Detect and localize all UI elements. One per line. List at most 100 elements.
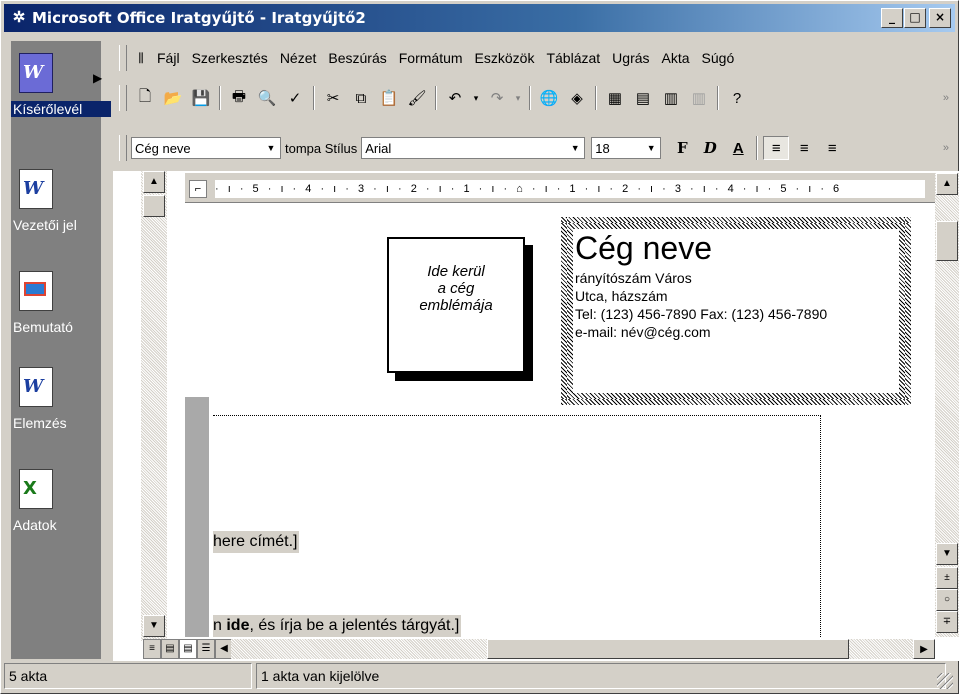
scroll-down-icon[interactable]: ▼ <box>936 543 958 565</box>
logo-text-line: Ide kerül <box>427 263 485 280</box>
word-doc-icon: W <box>19 367 53 407</box>
sidebar-item-vezetoi-jel[interactable]: W Vezetői jel <box>11 169 111 233</box>
horizontal-ruler[interactable]: ⌐ · ı · 5 · ı · 4 · ı · 3 · ı · 2 · ı · … <box>185 173 935 203</box>
chevron-down-icon: ▼ <box>570 143 580 153</box>
undo-icon[interactable]: ↶ <box>442 86 468 110</box>
menu-akta[interactable]: Akta <box>656 50 696 66</box>
scroll-down-icon[interactable]: ▼ <box>143 615 165 637</box>
web-globe-icon[interactable]: 🌐 <box>536 86 562 110</box>
style-dropdown[interactable]: Cég neve ▼ <box>131 137 281 159</box>
powerpoint-doc-icon <box>19 271 53 311</box>
scroll-thumb[interactable] <box>936 221 958 261</box>
redo-dropdown-icon[interactable]: ▾ <box>512 86 524 110</box>
next-page-icon[interactable]: ∓ <box>936 611 958 633</box>
normal-view-icon[interactable]: ≡ <box>143 639 161 659</box>
menu-ugras[interactable]: Ugrás <box>606 50 655 66</box>
menu-bar: ⫼ Fájl Szerkesztés Nézet Beszúrás Formát… <box>113 41 955 75</box>
print-preview-icon[interactable]: 🔍 <box>254 86 280 110</box>
italic-button[interactable]: D <box>697 136 723 160</box>
scroll-up-icon[interactable]: ▲ <box>936 173 958 195</box>
vertical-ruler[interactable] <box>185 207 209 637</box>
menu-tablazat[interactable]: Táblázat <box>540 50 606 66</box>
toolbar-overflow-icon[interactable]: » <box>943 142 949 154</box>
scroll-thumb[interactable] <box>143 195 165 217</box>
toolbar-grip[interactable] <box>119 85 127 111</box>
split-icon[interactable]: ⫼ <box>132 46 150 70</box>
document-text-line[interactable]: here címét.] <box>213 531 300 553</box>
print-icon[interactable]: 🖶 <box>226 86 252 110</box>
menu-szerkesztes[interactable]: Szerkesztés <box>186 50 274 66</box>
underline-button[interactable]: A <box>725 136 751 160</box>
sidebar-item-elemzes[interactable]: W Elemzés <box>11 367 111 431</box>
toolbar-grip[interactable] <box>119 135 127 161</box>
insert-table-icon[interactable]: ▤ <box>630 86 656 110</box>
sidebar-item-adatok[interactable]: X Adatok <box>11 469 111 533</box>
sidebar-item-bemutato[interactable]: Bemutató <box>11 271 111 335</box>
outline-view-icon[interactable]: ☰ <box>197 639 215 659</box>
print-layout-icon[interactable]: ▤ <box>179 639 197 659</box>
close-button[interactable]: × <box>929 8 951 28</box>
sidebar-item-kiserolevel[interactable]: W Kísérőlevél <box>11 53 111 117</box>
selection-status: 1 akta van kijelölve <box>256 663 946 689</box>
copy-icon[interactable]: ⧉ <box>348 86 374 110</box>
excel-doc-icon: X <box>19 469 53 509</box>
sidebar-item-label: Vezetői jel <box>13 217 77 233</box>
redo-icon[interactable]: ↷ <box>484 86 510 110</box>
binder-sidebar: ▶ W Kísérőlevél W Vezetői jel Bemutató W… <box>11 41 111 659</box>
cut-icon[interactable]: ✂ <box>320 86 346 110</box>
spelling-icon[interactable]: ✓ <box>282 86 308 110</box>
insert-excel-icon[interactable]: ▥ <box>658 86 684 110</box>
menu-sugo[interactable]: Súgó <box>696 50 741 66</box>
vertical-scrollbar[interactable]: ▲ ▼ ± ○ ∓ <box>935 173 959 637</box>
scroll-up-icon[interactable]: ▲ <box>143 171 165 193</box>
bold-button[interactable]: F <box>669 136 695 160</box>
horizontal-scrollbar[interactable]: ▶ <box>231 639 935 659</box>
toolbar-grip[interactable] <box>119 45 127 71</box>
format-painter-icon[interactable]: 🖌 <box>404 86 430 110</box>
chevron-down-icon: ▼ <box>646 143 656 153</box>
scroll-right-icon[interactable]: ▶ <box>913 639 935 659</box>
tab-stop-icon[interactable]: ⌐ <box>189 180 207 198</box>
font-dropdown[interactable]: Arial ▼ <box>361 137 586 159</box>
align-left-icon[interactable]: ≡ <box>763 136 790 160</box>
columns-icon[interactable]: ▥ <box>686 86 712 110</box>
menu-beszuras[interactable]: Beszúrás <box>322 50 392 66</box>
logo-placeholder-box[interactable]: Ide kerül a cég emblémája <box>387 237 525 373</box>
minimize-button[interactable]: _ <box>881 8 903 28</box>
style-label: tompa Stílus <box>285 140 358 156</box>
align-right-icon[interactable]: ≡ <box>819 136 845 160</box>
company-info-frame[interactable]: Cég neve rányítószám Város Utca, házszám… <box>561 217 911 405</box>
web-layout-icon[interactable]: ▤ <box>161 639 179 659</box>
align-center-icon[interactable]: ≡ <box>791 136 817 160</box>
tables-borders-icon[interactable]: ▦ <box>602 86 628 110</box>
text-bold-fragment: ide <box>226 617 250 634</box>
help-icon[interactable]: ? <box>724 86 750 110</box>
hyperlink-icon[interactable]: ◈ <box>564 86 590 110</box>
standard-toolbar: 🗋 📂 💾 🖶 🔍 ✓ ✂ ⧉ 📋 🖌 ↶ ▾ ↷ ▾ 🌐 ◈ ▦ ▤ ▥ ▥ … <box>113 81 955 115</box>
menu-nezet[interactable]: Nézet <box>274 50 323 66</box>
previous-page-icon[interactable]: ± <box>936 567 958 589</box>
logo-text-line: a cég <box>437 280 475 297</box>
title-bar[interactable]: ✲ Microsoft Office Iratgyűjtő - Iratgyűj… <box>4 4 955 32</box>
new-document-icon[interactable]: 🗋 <box>132 86 158 110</box>
toolbar-separator <box>717 86 719 110</box>
resize-grip-icon[interactable] <box>937 673 953 689</box>
font-size-value: 18 <box>595 140 610 156</box>
menu-eszkozok[interactable]: Eszközök <box>469 50 541 66</box>
company-info: Cég neve rányítószám Város Utca, házszám… <box>573 229 899 393</box>
open-folder-icon[interactable]: 📂 <box>160 86 186 110</box>
document-text-line[interactable]: n ide, és írja be a jelentés tárgyát.] <box>213 615 462 637</box>
toolbar-overflow-icon[interactable]: » <box>943 92 949 104</box>
font-size-dropdown[interactable]: 18 ▼ <box>591 137 662 159</box>
undo-dropdown-icon[interactable]: ▾ <box>470 86 482 110</box>
sidebar-item-label: Bemutató <box>13 319 73 335</box>
scroll-thumb[interactable] <box>487 639 849 659</box>
menu-fajl[interactable]: Fájl <box>151 50 186 66</box>
save-icon[interactable]: 💾 <box>188 86 214 110</box>
sidebar-scrollbar[interactable]: ▲ ▼ <box>141 171 167 641</box>
paste-icon[interactable]: 📋 <box>376 86 402 110</box>
browse-object-icon[interactable]: ○ <box>936 589 958 611</box>
maximize-button[interactable]: □ <box>904 8 926 28</box>
toolbar-separator <box>313 86 315 110</box>
menu-formatum[interactable]: Formátum <box>393 50 469 66</box>
